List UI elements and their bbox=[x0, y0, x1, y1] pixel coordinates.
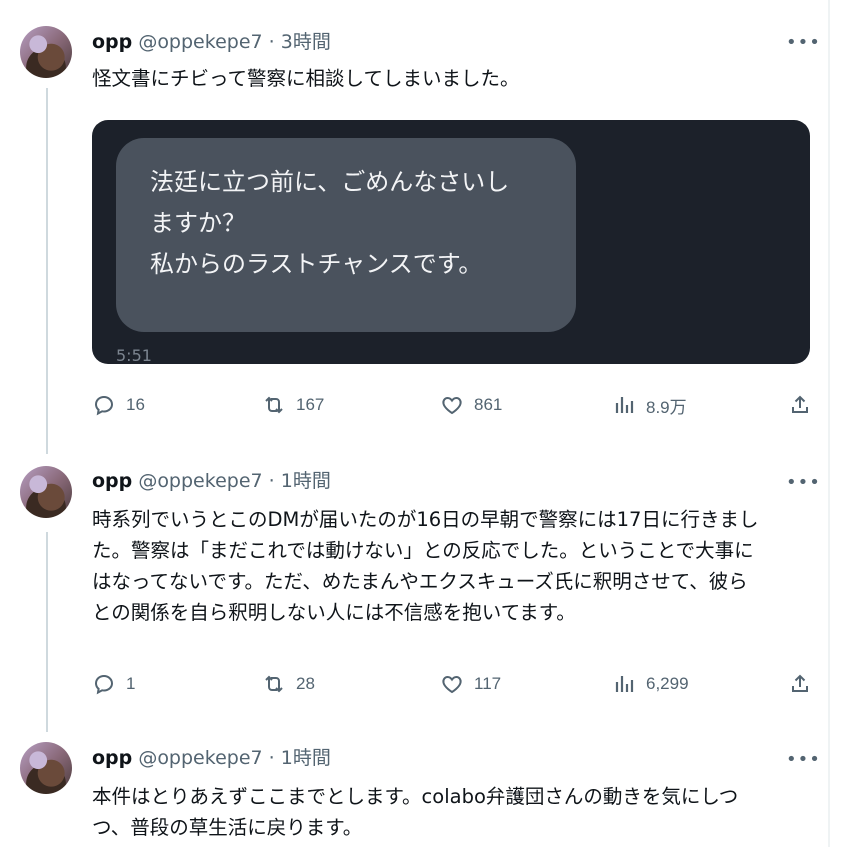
tweet-time[interactable]: 1時間 bbox=[281, 747, 331, 769]
tweet-text-line: た。警察は「まだこれでは動けない」との反応でした。ということで大事に bbox=[92, 539, 754, 562]
reply-icon bbox=[94, 674, 114, 695]
like-button[interactable]: 861 bbox=[440, 393, 502, 417]
display-name[interactable]: opp bbox=[92, 747, 132, 769]
reply-icon bbox=[94, 395, 114, 416]
separator: · bbox=[268, 31, 275, 53]
views-button[interactable]: 8.9万 bbox=[612, 393, 687, 417]
reply-button[interactable]: 16 bbox=[92, 393, 145, 417]
user-handle[interactable]: @oppekepe7 bbox=[138, 470, 262, 492]
avatar[interactable] bbox=[20, 742, 72, 794]
tweet-header: opp @oppekepe7 · 3時間 bbox=[92, 30, 331, 54]
views-count: 8.9万 bbox=[646, 397, 687, 417]
reply-button[interactable]: 1 bbox=[92, 672, 135, 696]
user-handle[interactable]: @oppekepe7 bbox=[138, 31, 262, 53]
share-button[interactable] bbox=[788, 393, 822, 417]
retweet-button[interactable]: 28 bbox=[262, 672, 315, 696]
like-icon bbox=[442, 675, 462, 694]
tweet-time[interactable]: 3時間 bbox=[281, 31, 331, 53]
avatar[interactable] bbox=[20, 466, 72, 518]
like-count: 861 bbox=[474, 395, 503, 414]
retweet-button[interactable]: 167 bbox=[262, 393, 324, 417]
message-bubble: 法廷に立つ前に、ごめんなさいし ますか？ 私からのラストチャンスです。 bbox=[116, 138, 576, 332]
more-icon[interactable]: ••• bbox=[786, 751, 821, 769]
reply-count: 16 bbox=[126, 395, 145, 414]
like-count: 117 bbox=[474, 674, 502, 693]
views-count: 6,299 bbox=[646, 674, 689, 693]
retweet-count: 28 bbox=[296, 674, 315, 693]
share-button[interactable] bbox=[788, 672, 822, 696]
views-icon bbox=[615, 676, 634, 692]
views-button[interactable]: 6,299 bbox=[612, 672, 689, 696]
tweet-text-line: はなってないです。ただ、めたまんやエクスキューズ氏に釈明させて、彼ら bbox=[92, 570, 748, 593]
tweet-text-line: 本件はとりあえずここまでとします。colabo弁護団さんの動きを気にしつ bbox=[92, 785, 739, 808]
display-name[interactable]: opp bbox=[92, 31, 132, 53]
thread-line bbox=[46, 88, 48, 454]
message-line: ますか？ bbox=[150, 209, 246, 237]
views-icon bbox=[615, 397, 634, 413]
more-icon[interactable]: ••• bbox=[786, 474, 821, 492]
tweet-text-line: 時系列でいうとこのDMが届いたのが16日の早朝で警察には17日に行きまし bbox=[92, 508, 759, 531]
like-icon bbox=[442, 396, 462, 415]
tweet-text: 本件はとりあえずここまでとします。colabo弁護団さんの動きを気にしつ つ、普… bbox=[92, 781, 817, 843]
more-icon[interactable]: ••• bbox=[786, 34, 821, 52]
retweet-icon bbox=[265, 675, 283, 693]
tweet-text: 怪文書にチビって警察に相談してしまいました。 bbox=[92, 63, 817, 94]
tweet-text: 時系列でいうとこのDMが届いたのが16日の早朝で警察には17日に行きまし た。警… bbox=[92, 504, 817, 628]
display-name[interactable]: opp bbox=[92, 470, 132, 492]
tweet-time[interactable]: 1時間 bbox=[281, 470, 331, 492]
tweet-text-line: 怪文書にチビって警察に相談してしまいました。 bbox=[92, 67, 520, 90]
message-line: 法廷に立つ前に、ごめんなさいし bbox=[150, 168, 510, 196]
tweet-media[interactable]: 法廷に立つ前に、ごめんなさいし ますか？ 私からのラストチャンスです。 5:51 bbox=[92, 120, 810, 364]
tweet-header: opp @oppekepe7 · 1時間 bbox=[92, 469, 331, 493]
share-icon bbox=[792, 674, 808, 692]
separator: · bbox=[268, 747, 275, 769]
message-timestamp: 5:51 bbox=[116, 346, 152, 364]
share-icon bbox=[792, 395, 808, 413]
avatar[interactable] bbox=[20, 26, 72, 78]
action-bar: 16 167 861 8.9万 bbox=[92, 393, 817, 417]
user-handle[interactable]: @oppekepe7 bbox=[138, 747, 262, 769]
timeline-border bbox=[828, 0, 830, 847]
tweet-text-line: との関係を自ら釈明しない人には不信感を抱いてます。 bbox=[92, 601, 576, 624]
separator: · bbox=[268, 470, 275, 492]
reply-count: 1 bbox=[126, 674, 136, 693]
retweet-icon bbox=[265, 396, 283, 414]
message-line: 私からのラストチャンスです。 bbox=[150, 250, 483, 278]
action-bar: 1 28 117 6,299 bbox=[92, 672, 817, 696]
retweet-count: 167 bbox=[296, 395, 325, 414]
tweet-header: opp @oppekepe7 · 1時間 bbox=[92, 746, 331, 770]
like-button[interactable]: 117 bbox=[440, 672, 501, 696]
thread-line bbox=[46, 532, 48, 732]
tweet-text-line: つ、普段の草生活に戻ります。 bbox=[92, 816, 363, 839]
